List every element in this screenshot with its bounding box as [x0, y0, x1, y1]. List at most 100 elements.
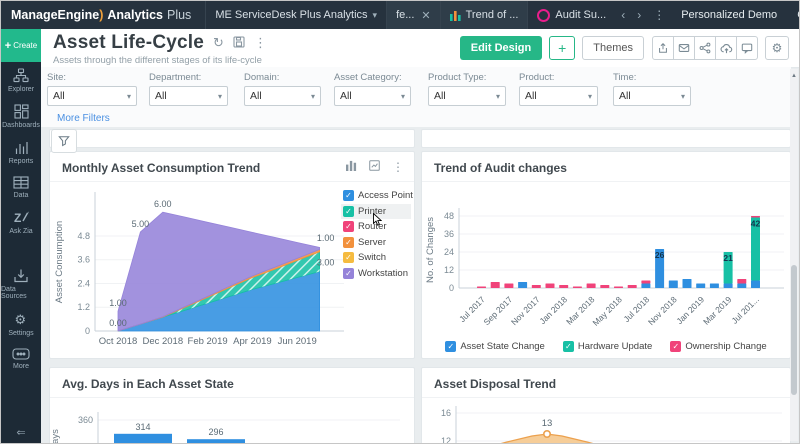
legend-item-router[interactable]: ✓Router: [341, 219, 411, 235]
tab-label: Trend of ...: [466, 9, 519, 21]
export-icon[interactable]: [652, 36, 674, 60]
legend-item-ownership-change[interactable]: ✓Ownership Change: [668, 339, 768, 353]
filter-label: Domain:: [244, 72, 321, 83]
legend-item-server[interactable]: ✓Server: [341, 235, 411, 251]
filter-select[interactable]: All▾: [334, 86, 411, 106]
svg-text:Asset Consumption: Asset Consumption: [54, 221, 65, 303]
sidebar-item-ask-zia[interactable]: ZAsk Zia: [1, 204, 41, 240]
partial-card: [49, 129, 415, 148]
svg-text:6.00: 6.00: [154, 199, 172, 209]
filter-domain: Domain: All▾: [244, 72, 321, 106]
svg-text:Nov 2017: Nov 2017: [509, 294, 542, 327]
legend-checkbox[interactable]: ✓: [670, 341, 681, 352]
filter-select[interactable]: All▾: [47, 86, 137, 106]
create-button[interactable]: + Create: [1, 29, 41, 62]
sidebar-item-label: Ask Zia: [9, 228, 32, 235]
chevron-down-icon: ▾: [218, 92, 222, 101]
svg-text:⚙: ⚙: [15, 312, 27, 327]
disposal-area-chart[interactable]: 16 12 13: [422, 398, 791, 443]
tab-truncated[interactable]: fe... ✕: [386, 1, 440, 29]
filter-funnel-button[interactable]: [51, 129, 77, 153]
sidebar-collapse-icon[interactable]: ⇐: [16, 426, 25, 443]
svg-text:12: 12: [441, 436, 451, 443]
left-sidebar: + Create ExplorerDashboardsReportsDataZA…: [1, 29, 41, 443]
sidebar-item-data[interactable]: Data: [1, 170, 41, 204]
legend-item-workstation[interactable]: ✓Workstation: [341, 266, 411, 282]
personalized-demo-link[interactable]: Personalized Demo: [671, 9, 787, 21]
legend-checkbox[interactable]: ✓: [343, 252, 354, 263]
svg-text:Apr 2019: Apr 2019: [233, 336, 272, 347]
legend-checkbox[interactable]: ✓: [343, 221, 354, 232]
sidebar-item-settings[interactable]: ⚙Settings: [1, 305, 41, 342]
filter-select[interactable]: All▾: [428, 86, 506, 106]
filter-select[interactable]: All▾: [244, 86, 321, 106]
add-report-button[interactable]: +: [549, 36, 575, 60]
save-icon[interactable]: [233, 36, 245, 51]
filter-value: All: [619, 90, 631, 102]
view-underlying-icon[interactable]: [369, 160, 380, 174]
sidebar-item-dashboards[interactable]: Dashboards: [1, 98, 41, 134]
legend-checkbox[interactable]: ✓: [343, 190, 354, 201]
tab-trend-of[interactable]: Trend of ...: [440, 1, 528, 29]
area-chart-legend: ✓Access Point✓Printer✓Router✓Server✓Swit…: [341, 188, 411, 281]
sidebar-item-explorer[interactable]: Explorer: [1, 62, 41, 98]
scrollbar-thumb[interactable]: [791, 265, 797, 395]
dashboard-settings-gear-icon[interactable]: ⚙: [765, 36, 789, 60]
legend-item-hardware-update[interactable]: ✓Hardware Update: [561, 339, 654, 353]
chart-type-icon[interactable]: [346, 160, 357, 174]
share-icon[interactable]: [694, 36, 716, 60]
email-icon[interactable]: [673, 36, 695, 60]
area-chart[interactable]: 01.22.43.64.8Oct 2018Dec 2018Feb 2019Apr…: [50, 182, 344, 359]
tab-scroll-right-icon[interactable]: ›: [631, 8, 647, 22]
explorer-icon: [13, 68, 29, 83]
avg-days-bar-chart[interactable]: 360314296Days: [50, 398, 415, 443]
card-kebab-icon[interactable]: ⋮: [392, 160, 404, 174]
get-quote-link[interactable]: Get Quote: [787, 9, 800, 21]
legend-checkbox[interactable]: ✓: [445, 341, 456, 352]
tab-kebab-icon[interactable]: ⋮: [647, 8, 671, 22]
filter-label: Product Type:: [428, 72, 506, 83]
close-icon[interactable]: ✕: [421, 9, 430, 22]
scroll-up-icon[interactable]: ▲: [791, 73, 797, 79]
filter-select[interactable]: All▾: [149, 86, 228, 106]
chevron-down-icon: ▾: [373, 10, 378, 21]
tab-scroll-left-icon[interactable]: ‹: [615, 8, 631, 22]
legend-checkbox[interactable]: ✓: [343, 206, 354, 217]
legend-item-switch[interactable]: ✓Switch: [341, 250, 411, 266]
edit-design-button[interactable]: Edit Design: [460, 36, 543, 60]
sidebar-item-more[interactable]: More: [1, 342, 41, 375]
legend-item-access-point[interactable]: ✓Access Point: [341, 188, 411, 204]
tab-servicedesk-analytics[interactable]: ME ServiceDesk Plus Analytics ▾: [205, 1, 386, 29]
legend-checkbox[interactable]: ✓: [563, 341, 574, 352]
data-sources-icon: [13, 268, 29, 283]
sidebar-item-data-sources[interactable]: Data Sources: [1, 262, 41, 305]
title-kebab-icon[interactable]: ⋮: [254, 35, 267, 51]
more-filters-link[interactable]: More Filters: [57, 113, 110, 124]
filter-select[interactable]: All▾: [519, 86, 598, 106]
refresh-icon[interactable]: ↻: [213, 35, 224, 51]
brand-logo[interactable]: ManageEngine)AnalyticsPlus: [1, 8, 205, 22]
legend-item-printer[interactable]: ✓Printer: [341, 204, 411, 220]
tab-audit-summary[interactable]: Audit Su...: [527, 1, 615, 29]
svg-text:1.00: 1.00: [109, 298, 127, 308]
audit-bar-chart[interactable]: 012243648Jul 2017Sep 2017Nov 2017Jan 201…: [422, 182, 791, 334]
cloud-upload-icon[interactable]: [715, 36, 737, 60]
legend-checkbox[interactable]: ✓: [343, 237, 354, 248]
comment-icon[interactable]: [736, 36, 758, 60]
vertical-scrollbar[interactable]: ▲: [790, 69, 798, 441]
header-icon-group: [652, 36, 758, 60]
sidebar-item-reports[interactable]: Reports: [1, 134, 41, 170]
filter-value: All: [250, 90, 262, 102]
main-area: Asset Life-Cycle ↻ ⋮ Assets through the …: [41, 29, 799, 443]
filter-value: All: [525, 90, 537, 102]
themes-button[interactable]: Themes: [582, 36, 644, 60]
legend-item-asset-state-change[interactable]: ✓Asset State Change: [443, 339, 547, 353]
card-monthly-asset-consumption: Monthly Asset Consumption Trend ⋮ 01.22.…: [49, 151, 415, 359]
svg-text:16: 16: [441, 408, 451, 418]
legend-checkbox[interactable]: ✓: [343, 268, 354, 279]
chevron-down-icon: ▾: [127, 92, 131, 101]
svg-text:0: 0: [85, 326, 90, 336]
filter-select[interactable]: All▾: [613, 86, 691, 106]
chevron-down-icon: ▾: [401, 92, 405, 101]
svg-text:13: 13: [542, 418, 553, 429]
